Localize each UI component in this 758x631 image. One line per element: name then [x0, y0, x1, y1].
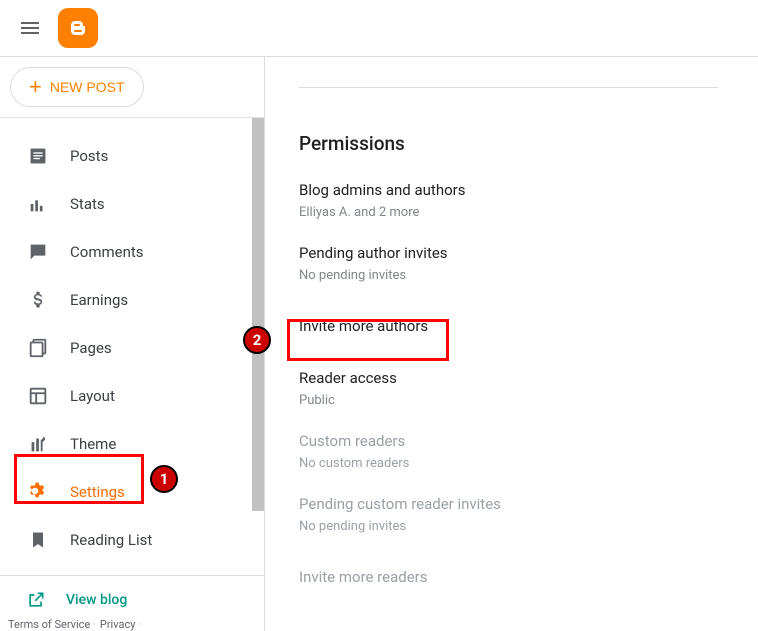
sidebar-item-label: Earnings — [70, 291, 128, 309]
sidebar-item-stats[interactable]: Stats — [0, 180, 264, 228]
sidebar-item-layout[interactable]: Layout — [0, 372, 264, 420]
main-content: Permissions Blog admins and authors Elli… — [265, 57, 758, 631]
gear-icon — [26, 480, 50, 504]
posts-icon — [26, 144, 50, 168]
setting-admins[interactable]: Blog admins and authors Elliyas A. and 2… — [299, 181, 718, 220]
scrollbar-thumb[interactable] — [252, 118, 264, 511]
sidebar-item-label: Layout — [70, 387, 115, 405]
setting-value: Elliyas A. and 2 more — [299, 205, 718, 220]
blogger-logo[interactable] — [58, 8, 98, 48]
annotation-badge-1: 1 — [150, 465, 178, 493]
sidebar-item-theme[interactable]: Theme — [0, 420, 264, 468]
bookmark-icon — [26, 528, 50, 552]
setting-custom-readers: Custom readers No custom readers — [299, 432, 718, 471]
sidebar-item-pages[interactable]: Pages — [0, 324, 264, 372]
sidebar-item-label: Posts — [70, 147, 108, 165]
pages-icon — [26, 336, 50, 360]
comments-icon — [26, 240, 50, 264]
setting-value: No custom readers — [299, 456, 718, 471]
theme-icon — [26, 432, 50, 456]
setting-action: Invite more readers — [299, 558, 718, 596]
setting-value: No pending invites — [299, 268, 718, 283]
sidebar-item-label: Comments — [70, 243, 144, 261]
sidebar-item-label: Reading List — [70, 531, 152, 549]
view-blog-link[interactable]: View blog — [0, 590, 264, 610]
setting-label: Custom readers — [299, 432, 718, 450]
sidebar-item-label: Stats — [70, 195, 105, 213]
earnings-icon — [26, 288, 50, 312]
setting-action[interactable]: Invite more authors — [299, 307, 718, 345]
plus-icon: + — [29, 76, 42, 98]
sidebar-item-comments[interactable]: Comments — [0, 228, 264, 276]
sidebar-scrollbar[interactable] — [252, 118, 264, 511]
setting-label: Pending author invites — [299, 244, 718, 262]
new-post-button[interactable]: + NEW POST — [10, 67, 144, 107]
sidebar-item-reading-list[interactable]: Reading List — [0, 516, 264, 564]
setting-pending-readers: Pending custom reader invites No pending… — [299, 495, 718, 534]
setting-invite-readers: Invite more readers — [299, 558, 718, 596]
menu-icon[interactable] — [18, 16, 42, 40]
sidebar-item-posts[interactable]: Posts — [0, 132, 264, 180]
open-in-new-icon — [26, 590, 46, 610]
new-post-label: NEW POST — [50, 79, 125, 95]
terms-link[interactable]: Terms of Service — [8, 618, 96, 631]
view-blog-label: View blog — [66, 592, 127, 608]
setting-pending-authors[interactable]: Pending author invites No pending invite… — [299, 244, 718, 283]
setting-label: Pending custom reader invites — [299, 495, 718, 513]
annotation-badge-2: 2 — [243, 326, 271, 354]
sidebar: + NEW POST Posts Stats Comments Earnings — [0, 57, 265, 631]
sidebar-item-label: Theme — [70, 435, 116, 453]
top-bar — [0, 0, 758, 57]
setting-value: No pending invites — [299, 519, 718, 534]
privacy-link[interactable]: Privacy — [100, 618, 141, 631]
nav-list: Posts Stats Comments Earnings Pages Layo… — [0, 118, 264, 575]
footer-links: Terms of Service Privacy — [0, 618, 264, 631]
setting-label: Reader access — [299, 369, 718, 387]
section-title: Permissions — [299, 132, 718, 155]
setting-value: Public — [299, 393, 718, 408]
sidebar-item-earnings[interactable]: Earnings — [0, 276, 264, 324]
layout-icon — [26, 384, 50, 408]
sidebar-item-settings[interactable]: Settings — [0, 468, 264, 516]
setting-label: Blog admins and authors — [299, 181, 718, 199]
divider — [299, 87, 718, 88]
setting-invite-authors[interactable]: Invite more authors — [299, 307, 718, 345]
stats-icon — [26, 192, 50, 216]
sidebar-item-label: Settings — [70, 483, 125, 501]
sidebar-item-label: Pages — [70, 339, 112, 357]
setting-reader-access[interactable]: Reader access Public — [299, 369, 718, 408]
